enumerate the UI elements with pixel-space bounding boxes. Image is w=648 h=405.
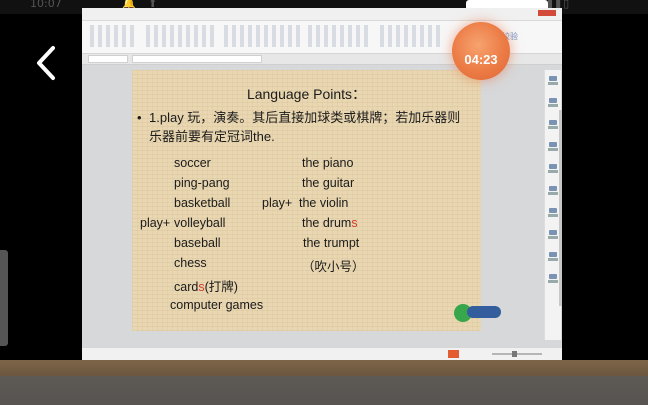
panel-item-5[interactable]: [547, 164, 559, 174]
left-drag-handle[interactable]: [0, 250, 8, 346]
left-item-computer-games: computer games: [170, 298, 264, 312]
chevron-left-icon: [37, 46, 55, 80]
slide-intro-text: 1.play 玩，演奏。其后直接加球类或棋牌；若加乐器则乐器前要有定冠词: [149, 110, 461, 144]
slide-intro-highlight: the.: [253, 129, 275, 144]
panel-item-4[interactable]: [547, 142, 559, 152]
panel-item-6[interactable]: [547, 186, 559, 196]
slide-intro: 1.play 玩，演奏。其后直接加球类或棋牌；若加乐器则乐器前要有定冠词the.: [149, 108, 469, 146]
left-item-ping-pang: ping-pang: [174, 176, 230, 190]
tab-document-1[interactable]: [88, 55, 128, 63]
zoom-thumb[interactable]: [512, 351, 517, 357]
slide-title: Language Points：: [246, 86, 367, 102]
panel-item-8[interactable]: [547, 230, 559, 240]
app-status-bar: [82, 347, 562, 360]
right-item-drums: the drums: [302, 216, 358, 230]
left-item-cards: cards(打牌): [174, 280, 238, 294]
recording-timer[interactable]: 04:23: [452, 22, 510, 80]
play-label-right: play+: [262, 196, 293, 210]
right-item-violin: the violin: [299, 196, 349, 210]
right-scroll-edge: [559, 110, 562, 306]
ribbon-group-file[interactable]: [90, 25, 138, 47]
play-icon[interactable]: [448, 350, 459, 358]
play-label-left: play+: [140, 216, 171, 230]
left-item-baseball: baseball: [174, 236, 221, 250]
bottom-overlay: [0, 376, 648, 405]
panel-item-7[interactable]: [547, 208, 559, 218]
presentation-slide: Language Points： • 1.play 玩，演奏。其后直接加球类或棋…: [132, 70, 501, 331]
left-item-soccer: soccer: [174, 156, 211, 170]
slide-bullet: •: [137, 110, 142, 125]
zoom-slider[interactable]: [492, 353, 542, 355]
left-item-basketball: basketball: [174, 196, 231, 210]
app-title-bar: [82, 8, 562, 21]
left-item-volleyball: volleyball: [174, 216, 226, 230]
right-item-trumpt-note: （吹小号）: [302, 260, 365, 274]
ribbon-group-font[interactable]: [146, 25, 216, 47]
back-button[interactable]: [32, 44, 62, 82]
ribbon-group-insert[interactable]: [308, 25, 372, 47]
panel-item-2[interactable]: [547, 98, 559, 108]
video-player[interactable]: 阅识校验 Language Points： • 1.play 玩，演奏。其后直接…: [82, 8, 562, 360]
panel-item-10[interactable]: [547, 274, 559, 284]
close-icon[interactable]: [538, 10, 556, 16]
status-pill-icon[interactable]: [467, 306, 501, 318]
panel-item-1[interactable]: [547, 76, 559, 86]
panel-item-9[interactable]: [547, 252, 559, 262]
timer-text: 04:23: [464, 52, 498, 67]
status-time: 10:07: [30, 0, 62, 10]
ribbon-group-tools[interactable]: [380, 25, 442, 47]
panel-item-3[interactable]: [547, 120, 559, 130]
ribbon-group-paragraph[interactable]: [224, 25, 300, 47]
tab-document-2[interactable]: [132, 55, 262, 63]
right-item-trumpt: the trumpt: [303, 236, 360, 250]
right-item-piano: the piano: [302, 156, 354, 170]
left-item-chess: chess: [174, 256, 207, 270]
right-item-guitar: the guitar: [302, 176, 355, 190]
